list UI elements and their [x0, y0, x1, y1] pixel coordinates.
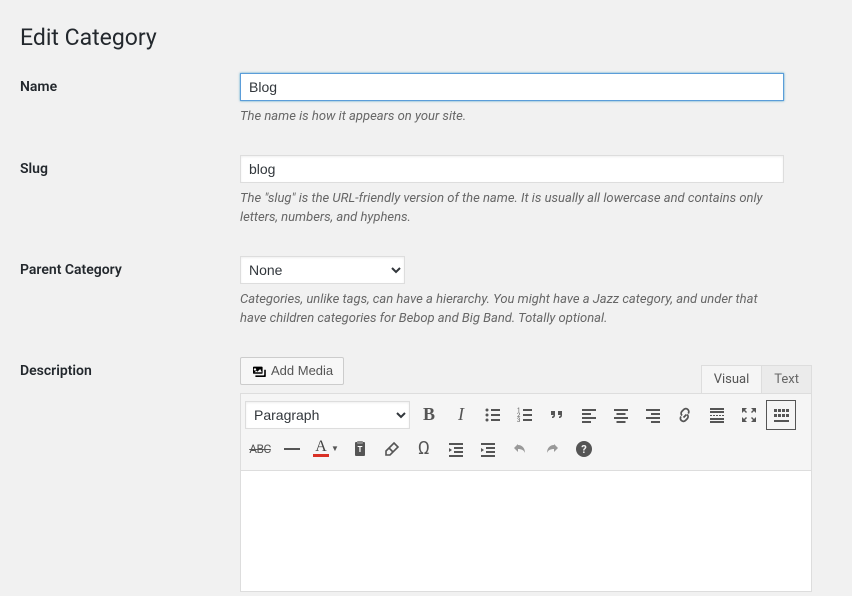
align-left-button[interactable] — [574, 400, 604, 430]
row-description: Description Add Media Visual Text Paragr… — [20, 357, 832, 592]
editor-toolbar: Paragraph B I 123 ABC — [241, 394, 811, 471]
text-color-icon: A — [313, 440, 329, 457]
indent-button[interactable] — [473, 434, 503, 464]
italic-button[interactable]: I — [446, 400, 476, 430]
slug-label: Slug — [20, 155, 240, 177]
strikethrough-button[interactable]: ABC — [245, 434, 275, 464]
fullscreen-icon — [739, 405, 759, 425]
name-help: The name is how it appears on your site. — [240, 107, 784, 127]
format-select[interactable]: Paragraph — [245, 401, 410, 429]
align-right-icon — [643, 405, 663, 425]
numbered-list-button[interactable]: 123 — [510, 400, 540, 430]
link-button[interactable] — [670, 400, 700, 430]
tab-visual[interactable]: Visual — [701, 365, 763, 393]
slug-help: The "slug" is the URL-friendly version o… — [240, 189, 784, 228]
outdent-icon — [446, 439, 466, 459]
paste-text-button[interactable]: T — [345, 434, 375, 464]
svg-text:?: ? — [581, 443, 587, 456]
redo-icon — [542, 439, 562, 459]
align-center-icon — [611, 405, 631, 425]
align-right-button[interactable] — [638, 400, 668, 430]
svg-text:3: 3 — [517, 417, 520, 424]
bullet-list-icon — [483, 405, 503, 425]
read-more-button[interactable] — [702, 400, 732, 430]
parent-label: Parent Category — [20, 256, 240, 278]
eraser-icon — [382, 439, 402, 459]
add-media-button[interactable]: Add Media — [240, 357, 344, 385]
indent-icon — [478, 439, 498, 459]
media-icon — [251, 363, 267, 379]
add-media-label: Add Media — [271, 363, 333, 378]
strikethrough-icon: ABC — [249, 442, 271, 456]
clear-formatting-button[interactable] — [377, 434, 407, 464]
chevron-down-icon: ▼ — [331, 444, 339, 453]
name-label: Name — [20, 73, 240, 95]
special-char-button[interactable]: Ω — [409, 434, 439, 464]
text-color-button[interactable]: A ▼ — [309, 434, 343, 464]
undo-icon — [510, 439, 530, 459]
blockquote-button[interactable] — [542, 400, 572, 430]
row-slug: Slug The "slug" is the URL-friendly vers… — [20, 155, 832, 228]
help-button[interactable]: ? — [569, 434, 599, 464]
undo-button[interactable] — [505, 434, 535, 464]
redo-button[interactable] — [537, 434, 567, 464]
fullscreen-button[interactable] — [734, 400, 764, 430]
hr-icon — [284, 448, 300, 450]
row-name: Name The name is how it appears on your … — [20, 73, 832, 127]
hr-button[interactable] — [277, 434, 307, 464]
toolbar-toggle-button[interactable] — [766, 400, 796, 430]
toolbar-toggle-icon — [771, 405, 791, 425]
page-title: Edit Category — [20, 24, 832, 51]
align-center-button[interactable] — [606, 400, 636, 430]
align-left-icon — [579, 405, 599, 425]
italic-icon: I — [458, 404, 464, 425]
editor: Paragraph B I 123 ABC — [240, 393, 812, 592]
omega-icon: Ω — [418, 438, 430, 459]
slug-input[interactable] — [240, 155, 784, 183]
name-input[interactable] — [240, 73, 784, 101]
bullet-list-button[interactable] — [478, 400, 508, 430]
parent-help: Categories, unlike tags, can have a hier… — [240, 290, 784, 329]
editor-content[interactable] — [241, 471, 811, 591]
description-label: Description — [20, 357, 240, 379]
clipboard-icon: T — [350, 439, 370, 459]
bold-icon: B — [423, 404, 435, 425]
parent-select[interactable]: None — [240, 256, 405, 284]
tab-text[interactable]: Text — [761, 365, 812, 393]
help-icon: ? — [574, 439, 594, 459]
svg-text:T: T — [357, 445, 362, 454]
blockquote-icon — [547, 405, 567, 425]
link-icon — [675, 405, 695, 425]
read-more-icon — [707, 405, 727, 425]
bold-button[interactable]: B — [414, 400, 444, 430]
numbered-list-icon: 123 — [515, 405, 535, 425]
outdent-button[interactable] — [441, 434, 471, 464]
row-parent: Parent Category None Categories, unlike … — [20, 256, 832, 329]
